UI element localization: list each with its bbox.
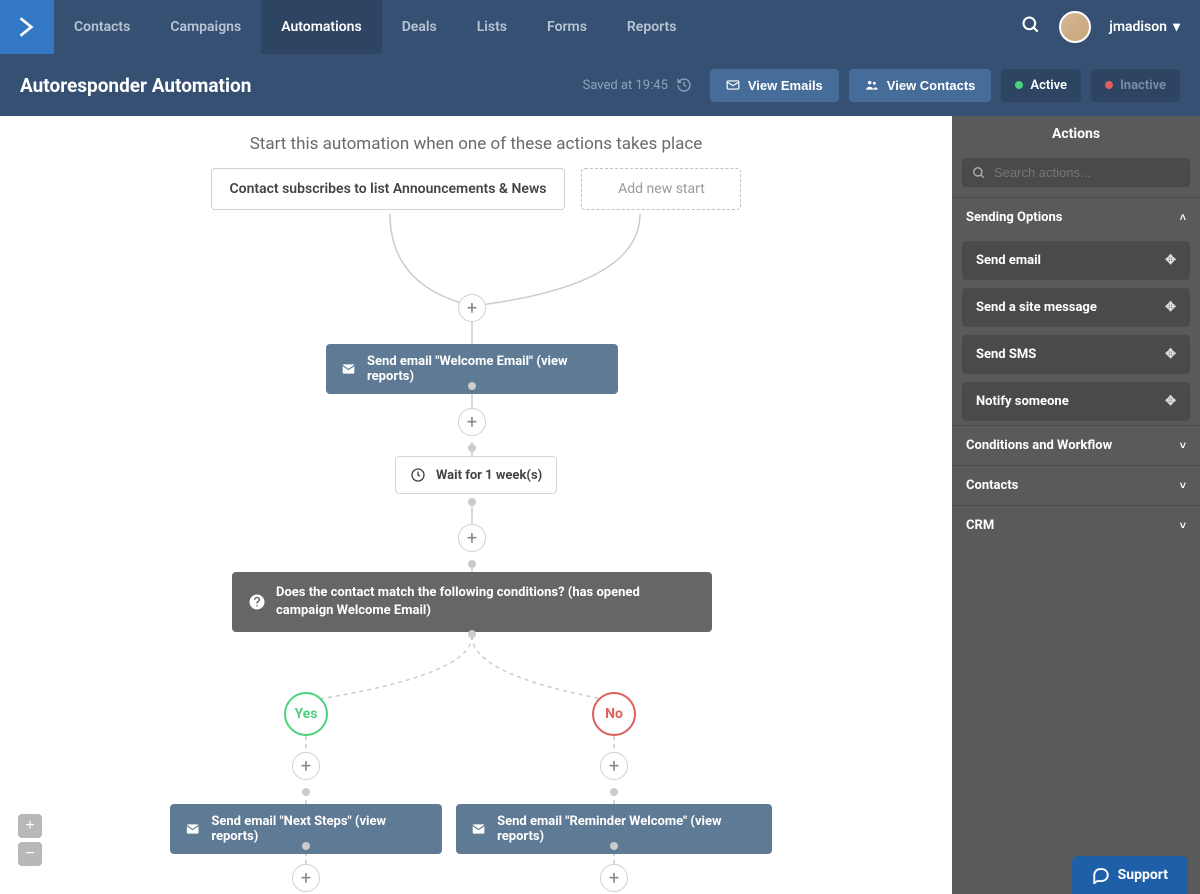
- nav-lists[interactable]: Lists: [457, 0, 527, 54]
- status-inactive[interactable]: Inactive: [1091, 69, 1180, 102]
- clock-icon: [410, 467, 426, 483]
- add-new-start-button[interactable]: Add new start: [581, 168, 741, 210]
- node-wait[interactable]: Wait for 1 week(s): [395, 456, 557, 494]
- top-nav: Contacts Campaigns Automations Deals Lis…: [0, 0, 1200, 54]
- zoom-controls: + −: [18, 814, 42, 866]
- mail-icon: [184, 822, 201, 836]
- add-step-button[interactable]: +: [458, 524, 486, 552]
- sidebar-title: Actions: [952, 116, 1200, 152]
- section-sending-options[interactable]: Sending Options ˄: [952, 197, 1200, 237]
- view-contacts-button[interactable]: View Contacts: [849, 69, 992, 102]
- start-heading: Start this automation when one of these …: [0, 116, 952, 154]
- chat-icon: [1092, 866, 1110, 884]
- connector-dot: [468, 444, 476, 452]
- mail-icon: [470, 822, 487, 836]
- section-crm[interactable]: CRM ˅: [952, 505, 1200, 545]
- subheader: Autoresponder Automation Saved at 19:45 …: [0, 54, 1200, 116]
- question-icon: [248, 592, 266, 612]
- action-send-email[interactable]: Send email ✥: [962, 241, 1190, 280]
- move-icon: ✥: [1165, 394, 1176, 409]
- connector-dot: [468, 630, 476, 638]
- section-conditions[interactable]: Conditions and Workflow ˅: [952, 425, 1200, 465]
- nav-forms[interactable]: Forms: [527, 0, 607, 54]
- sidebar-search[interactable]: [962, 158, 1190, 187]
- chevron-down-icon: ˅: [1180, 439, 1186, 452]
- connector-dot: [610, 788, 618, 796]
- view-emails-button[interactable]: View Emails: [710, 69, 839, 102]
- branch-no[interactable]: No: [592, 692, 636, 736]
- start-trigger-card[interactable]: Contact subscribes to list Announcements…: [211, 168, 566, 210]
- chevron-up-icon: ˄: [1180, 211, 1186, 224]
- people-icon: [865, 78, 879, 92]
- user-menu[interactable]: jmadison ▾: [1109, 19, 1180, 35]
- add-step-button[interactable]: +: [292, 752, 320, 780]
- zoom-in-button[interactable]: +: [18, 814, 42, 838]
- chevron-down-icon: ˅: [1180, 479, 1186, 492]
- action-send-sms[interactable]: Send SMS ✥: [962, 335, 1190, 374]
- chevron-down-icon: ˅: [1180, 519, 1186, 532]
- automation-canvas[interactable]: Start this automation when one of these …: [0, 116, 952, 894]
- add-step-button[interactable]: +: [458, 408, 486, 436]
- support-button[interactable]: Support: [1072, 856, 1188, 894]
- history-icon[interactable]: [676, 77, 692, 93]
- action-send-site-message[interactable]: Send a site message ✥: [962, 288, 1190, 327]
- move-icon: ✥: [1165, 300, 1176, 315]
- nav-campaigns[interactable]: Campaigns: [150, 0, 261, 54]
- connector-dot: [302, 788, 310, 796]
- connector-dot: [468, 560, 476, 568]
- nav-reports[interactable]: Reports: [607, 0, 697, 54]
- action-notify-someone[interactable]: Notify someone ✥: [962, 382, 1190, 421]
- add-step-button[interactable]: +: [458, 294, 486, 322]
- saved-status: Saved at 19:45: [583, 77, 692, 93]
- nav-deals[interactable]: Deals: [382, 0, 457, 54]
- inactive-dot-icon: [1105, 81, 1113, 89]
- zoom-out-button[interactable]: −: [18, 842, 42, 866]
- avatar[interactable]: [1059, 11, 1091, 43]
- status-active[interactable]: Active: [1001, 69, 1081, 102]
- move-icon: ✥: [1165, 253, 1176, 268]
- page-title: Autoresponder Automation: [20, 74, 251, 97]
- connector-dot: [610, 842, 618, 850]
- search-icon: [972, 166, 986, 180]
- branch-yes[interactable]: Yes: [284, 692, 328, 736]
- connector-dot: [468, 382, 476, 390]
- search-icon[interactable]: [1021, 15, 1041, 39]
- add-step-button[interactable]: +: [600, 864, 628, 892]
- add-step-button[interactable]: +: [600, 752, 628, 780]
- nav-items: Contacts Campaigns Automations Deals Lis…: [54, 0, 696, 54]
- active-dot-icon: [1015, 81, 1023, 89]
- nav-contacts[interactable]: Contacts: [54, 0, 150, 54]
- mail-icon: [726, 78, 740, 92]
- mail-icon: [340, 362, 357, 376]
- actions-sidebar: Actions Sending Options ˄ Send email ✥ S…: [952, 116, 1200, 894]
- search-input[interactable]: [994, 165, 1180, 180]
- node-condition[interactable]: Does the contact match the following con…: [232, 572, 712, 632]
- logo[interactable]: [0, 0, 54, 54]
- move-icon: ✥: [1165, 347, 1176, 362]
- connector-dot: [302, 842, 310, 850]
- username-label: jmadison: [1109, 19, 1167, 35]
- section-contacts[interactable]: Contacts ˅: [952, 465, 1200, 505]
- caret-down-icon: ▾: [1173, 19, 1180, 35]
- connector-dot: [468, 498, 476, 506]
- add-step-button[interactable]: +: [292, 864, 320, 892]
- nav-automations[interactable]: Automations: [261, 0, 382, 54]
